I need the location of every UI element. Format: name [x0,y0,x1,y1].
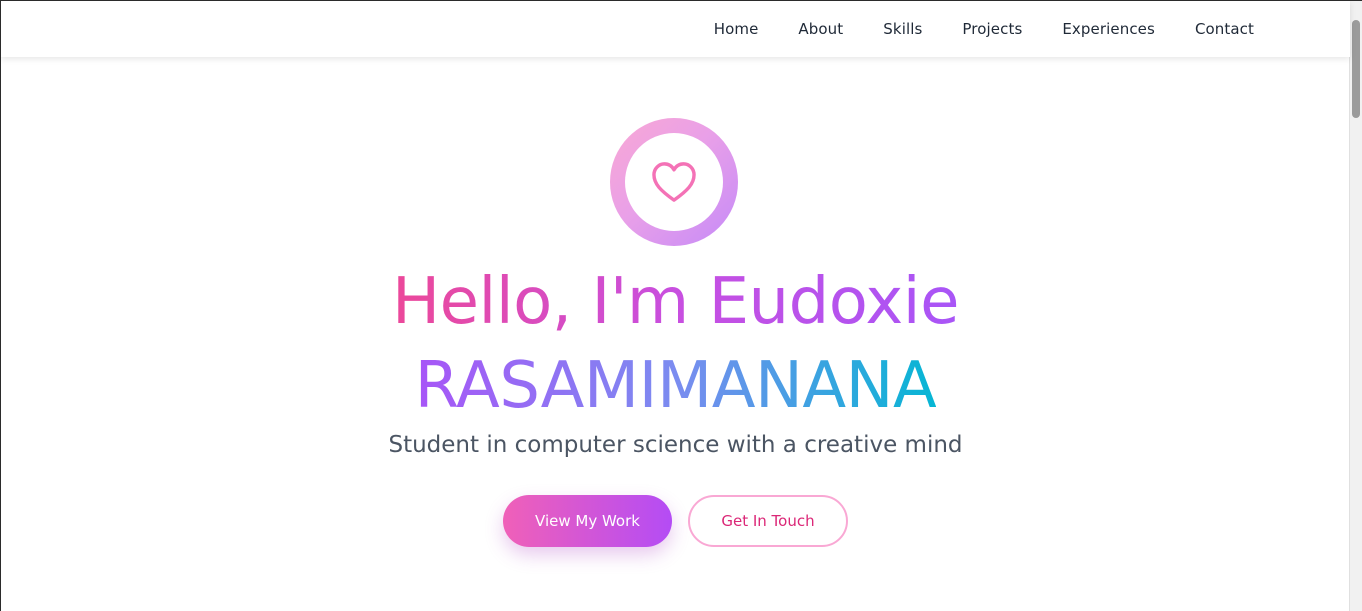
get-in-touch-button[interactable]: Get In Touch [688,495,848,547]
hero-title-surname: RASAMIMANANA [414,349,937,423]
hero-section: Hello, I'm Eudoxie RASAMIMANANA Student … [1,57,1350,611]
avatar-ring [610,118,738,246]
hero-title-greeting: Hello, I'm Eudoxie [392,265,959,339]
page: Home About Skills Projects Experiences C… [0,0,1362,611]
hero-title: Hello, I'm Eudoxie RASAMIMANANA [1,265,1350,433]
nav-link-experiences[interactable]: Experiences [1062,20,1155,38]
hero-buttons: View My Work Get In Touch [1,495,1350,547]
top-navbar: Home About Skills Projects Experiences C… [1,1,1350,57]
vertical-scrollbar[interactable] [1349,1,1362,611]
nav-link-about[interactable]: About [798,20,843,38]
nav-links: Home About Skills Projects Experiences C… [714,1,1254,57]
nav-link-skills[interactable]: Skills [883,20,922,38]
heart-icon [652,162,696,202]
nav-link-projects[interactable]: Projects [962,20,1022,38]
hero-subtitle: Student in computer science with a creat… [388,432,963,458]
nav-link-contact[interactable]: Contact [1195,20,1254,38]
scrollbar-thumb[interactable] [1352,20,1360,118]
view-my-work-button[interactable]: View My Work [503,495,672,547]
nav-link-home[interactable]: Home [714,20,759,38]
avatar-inner [625,133,723,231]
